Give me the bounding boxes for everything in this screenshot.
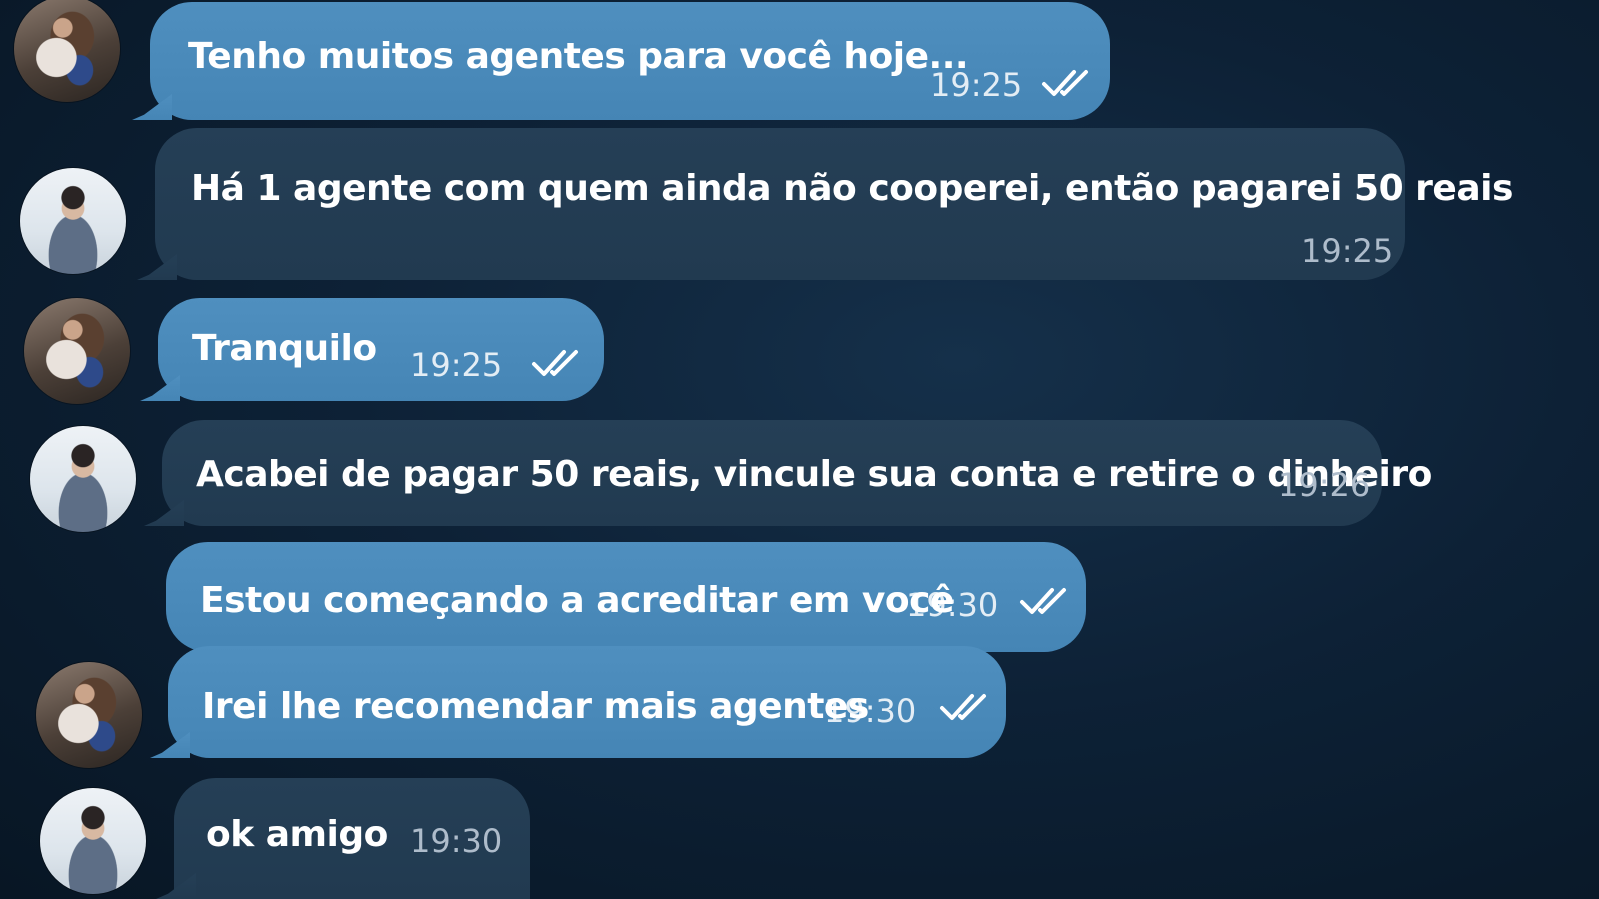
message-text: Tranquilo [192, 328, 377, 369]
message-time: 19:30 [906, 586, 999, 624]
double-check-icon [940, 694, 986, 720]
double-check-icon [1042, 70, 1088, 96]
message-text: Estou começando a acreditar em você [200, 580, 954, 621]
double-check-icon [532, 350, 578, 376]
double-check-icon [1020, 588, 1066, 614]
message-time: 19:25 [410, 346, 503, 384]
message-bubble-incoming[interactable]: ok amigo 19:30 [174, 778, 530, 899]
message-text: ok amigo [206, 814, 388, 855]
avatar[interactable] [24, 298, 130, 404]
avatar[interactable] [30, 426, 136, 532]
message-time: 19:25 [930, 66, 1023, 104]
message-text: Acabei de pagar 50 reais, vincule sua co… [196, 454, 1432, 495]
avatar[interactable] [40, 788, 146, 894]
message-text: Há 1 agente com quem ainda não cooperei,… [191, 168, 1513, 209]
message-bubble-outgoing[interactable]: Tranquilo 19:25 [158, 298, 604, 401]
avatar[interactable] [20, 168, 126, 274]
message-bubble-incoming[interactable]: Há 1 agente com quem ainda não cooperei,… [155, 128, 1513, 280]
avatar[interactable] [36, 662, 142, 768]
message-bubble-incoming[interactable]: Acabei de pagar 50 reais, vincule sua co… [162, 420, 1432, 526]
message-time: 19:30 [410, 822, 503, 860]
message-bubble-outgoing[interactable]: Tenho muitos agentes para você hoje... 1… [150, 2, 1110, 120]
chat-history[interactable]: Tenho muitos agentes para você hoje... 1… [0, 0, 1599, 899]
avatar[interactable] [14, 0, 120, 102]
message-bubble-outgoing[interactable]: Estou começando a acreditar em você 19:3… [166, 542, 1086, 652]
message-time: 19:30 [824, 692, 917, 730]
message-time: 19:26 [1278, 466, 1371, 504]
message-text: Tenho muitos agentes para você hoje... [188, 36, 969, 77]
message-text: Irei lhe recomendar mais agentes [202, 686, 869, 727]
message-time: 19:25 [1301, 232, 1394, 270]
message-bubble-outgoing[interactable]: Irei lhe recomendar mais agentes 19:30 [168, 646, 1006, 758]
